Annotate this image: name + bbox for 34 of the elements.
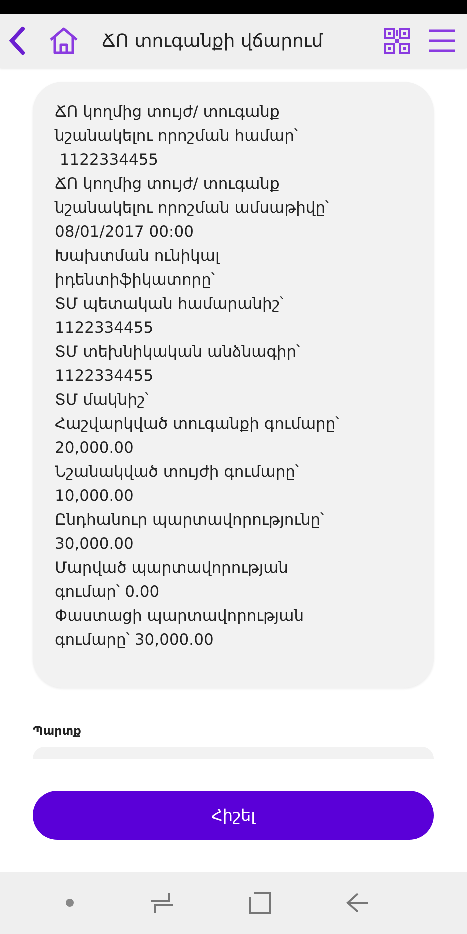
detail-text: իդենտիֆիկատորը՝ <box>55 270 216 291</box>
detail-text: Ընդհանուր պարտավորությունը՝ <box>55 510 326 531</box>
detail-text: Խախտման ունիկալ <box>55 246 222 267</box>
detail-text: նշանակելու որոշման ամսաթիվը՝ <box>55 198 330 219</box>
qr-code-icon[interactable] <box>383 27 411 55</box>
detail-text: 1122334455 <box>55 366 155 387</box>
back-arrow-icon[interactable] <box>346 892 370 914</box>
save-button[interactable]: Հիշել <box>33 791 434 840</box>
screen-title: ՃՈ տուգանքի վճարում <box>102 30 324 52</box>
detail-text: Հաշվարկված տուգանքի գումարը՝ <box>55 414 340 435</box>
detail-text: ՏՄ մակնիշ՝ <box>55 390 150 411</box>
home-icon[interactable] <box>48 26 80 56</box>
detail-text: գումարը՝ 30,000.00 <box>55 630 215 651</box>
detail-text: ՏՄ տեխնիկական անձնագիր՝ <box>55 342 302 363</box>
detail-text: 30,000.00 <box>55 534 135 555</box>
detail-text: 08/01/2017 00:00 <box>55 222 195 243</box>
recent-apps-icon[interactable] <box>148 891 175 915</box>
detail-text: 1122334455 <box>55 318 155 339</box>
field-label: Պարտք <box>33 724 82 738</box>
dot-icon[interactable] <box>64 898 75 908</box>
detail-text: 10,000.00 <box>55 486 135 507</box>
detail-text: 20,000.00 <box>55 438 135 459</box>
detail-text: ՃՈ կողմից տույժ/ տուգանք <box>55 174 281 195</box>
detail-text: ՃՈ կողմից տույժ/ տուգանք <box>55 102 281 123</box>
menu-icon[interactable] <box>427 28 457 54</box>
detail-text: Փաստացի պարտավորության <box>55 606 306 627</box>
detail-text: ՏՄ պետական համարանիշ՝ <box>55 294 285 315</box>
detail-text: գումար՝ 0.00 <box>55 582 161 603</box>
home-button-icon[interactable] <box>248 891 272 915</box>
detail-text: նշանակելու որոշման համար՝ <box>55 126 300 147</box>
detail-text: Նշանակված տույժի գումարը՝ <box>55 462 300 483</box>
back-icon[interactable] <box>8 26 28 56</box>
detail-text: 1122334455 <box>58 150 160 171</box>
detail-text: Մարված պարտավորության <box>55 558 290 579</box>
